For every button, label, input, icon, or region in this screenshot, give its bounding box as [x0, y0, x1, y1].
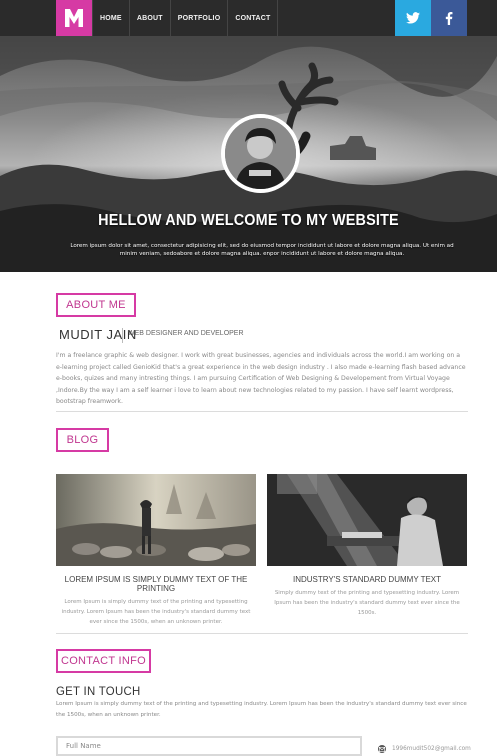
hero-banner: HELLOW AND WELCOME TO MY WEBSITE Lorem i…	[0, 36, 497, 272]
owner-name: MUDIT JAIN	[59, 327, 137, 342]
main-nav: HOME ABOUT PORTFOLIO CONTACT	[92, 0, 279, 36]
reading-child-photo	[267, 474, 467, 566]
shepherd-photo	[56, 474, 256, 566]
owner-role: WEB DESIGNER AND DEVELOPER	[128, 330, 244, 337]
about-divider	[56, 411, 468, 412]
topbar-left: HOME ABOUT PORTFOLIO CONTACT	[56, 0, 279, 36]
blog-post-title[interactable]: LOREM IPSUM IS SIMPLY DUMMY TEXT OF THE …	[56, 575, 256, 593]
blog-post-excerpt: Lorem Ipsum is simply dummy text of the …	[61, 599, 251, 625]
contact-section-heading: CONTACT INFO	[56, 649, 151, 673]
email-icon	[378, 745, 386, 753]
nav-portfolio[interactable]: PORTFOLIO	[171, 0, 229, 36]
about-section-heading: ABOUT ME	[56, 293, 136, 317]
contact-description: Lorem Ipsum is simply dummy text of the …	[56, 701, 467, 718]
twitter-button[interactable]	[395, 0, 431, 36]
full-name-input[interactable]	[56, 736, 362, 756]
blog-section-heading: BLOG	[56, 428, 109, 452]
name-separator	[122, 328, 123, 343]
about-paragraph: I'm a freelance graphic & web designer. …	[56, 352, 466, 405]
site-logo[interactable]	[56, 0, 92, 36]
hero-description: Lorem ipsum dolor sit amet, consectetur …	[70, 243, 454, 257]
blog-post-card[interactable]: INDUSTRY'S STANDARD DUMMY TEXT Simply du…	[267, 474, 467, 618]
blog-post-card[interactable]: LOREM IPSUM IS SIMPLY DUMMY TEXT OF THE …	[56, 474, 256, 627]
social-links	[395, 0, 467, 36]
blog-post-title[interactable]: INDUSTRY'S STANDARD DUMMY TEXT	[267, 575, 467, 584]
top-navigation-bar: HOME ABOUT PORTFOLIO CONTACT	[0, 0, 497, 36]
blog-post-excerpt: Simply dummy text of the printing and ty…	[274, 590, 460, 616]
nav-home[interactable]: HOME	[92, 0, 130, 36]
facebook-button[interactable]	[431, 0, 467, 36]
profile-photo	[225, 118, 296, 189]
email-address[interactable]: 1996mudit502@gmail.com	[392, 746, 471, 752]
hero-title: HELLOW AND WELCOME TO MY WEBSITE	[98, 212, 399, 229]
twitter-icon	[406, 12, 420, 24]
blog-divider	[56, 633, 468, 634]
logo-m-icon	[65, 9, 83, 27]
profile-avatar	[221, 114, 300, 193]
envelope-glyph	[379, 746, 385, 752]
facebook-icon	[445, 11, 453, 25]
contact-email[interactable]: 1996mudit502@gmail.com	[378, 745, 471, 753]
blog-post-image[interactable]	[56, 474, 256, 566]
nav-contact[interactable]: CONTACT	[228, 0, 279, 36]
get-in-touch-heading: GET IN TOUCH	[56, 684, 141, 698]
nav-about[interactable]: ABOUT	[130, 0, 171, 36]
blog-post-image[interactable]	[267, 474, 467, 566]
